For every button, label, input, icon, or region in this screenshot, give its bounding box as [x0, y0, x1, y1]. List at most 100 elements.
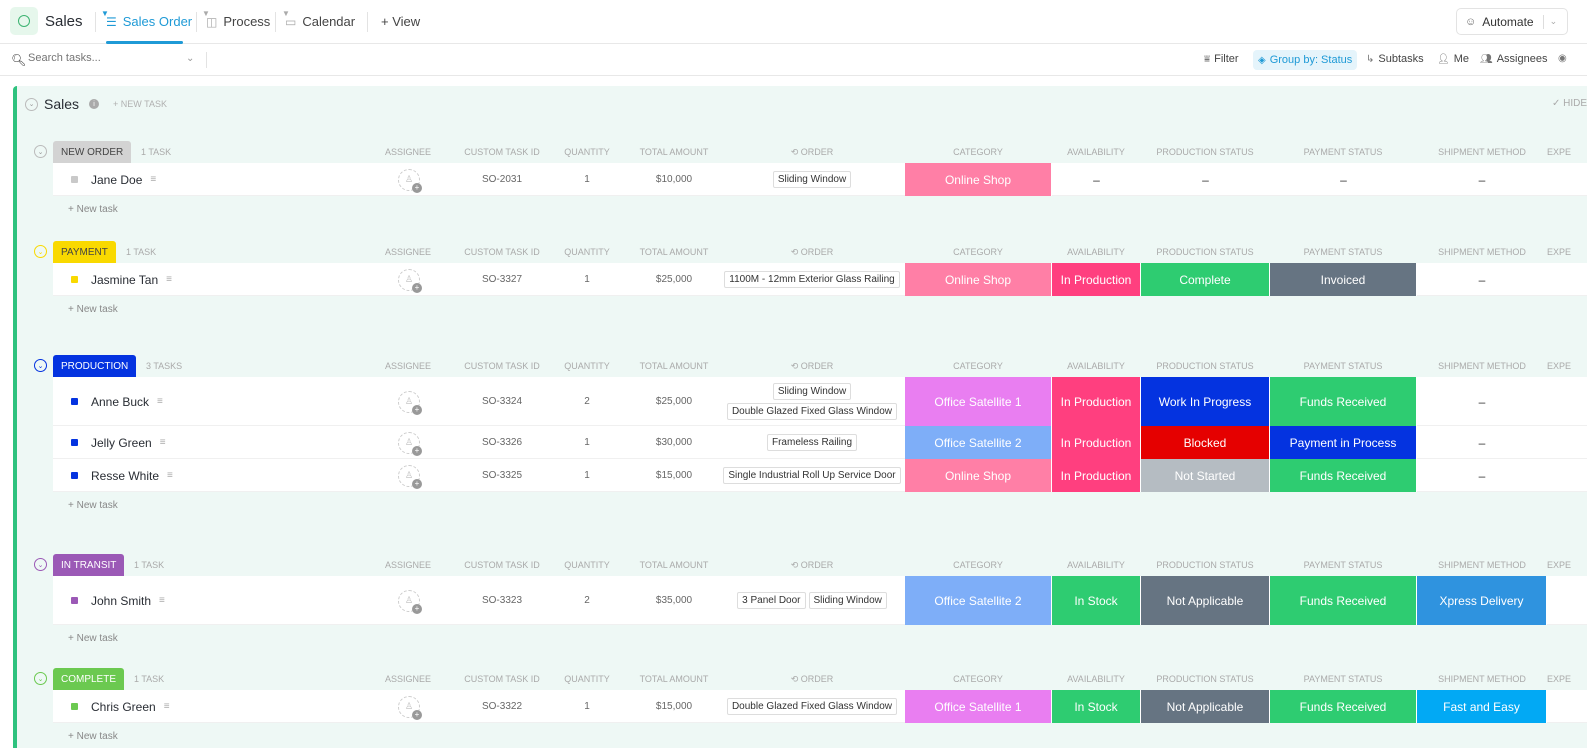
production-status-label[interactable]: Work In Progress: [1141, 377, 1270, 426]
new-task-row-button[interactable]: + New task: [68, 633, 118, 644]
chevron-down-icon[interactable]: ⌄: [1550, 16, 1558, 27]
column-header-expe[interactable]: EXPE: [1547, 361, 1587, 371]
chevron-down-icon[interactable]: ⌄: [186, 53, 194, 64]
production-status-label[interactable]: Not Applicable: [1141, 690, 1270, 723]
column-header-category[interactable]: CATEGORY: [905, 361, 1051, 371]
production-status-label[interactable]: Blocked: [1141, 426, 1270, 459]
column-header-order[interactable]: ⟲ ORDER: [719, 247, 905, 258]
status-square-icon[interactable]: [71, 597, 78, 604]
column-header-total-amount[interactable]: TOTAL AMOUNT: [629, 147, 719, 157]
custom-task-id[interactable]: SO-3327: [457, 274, 547, 285]
column-header-production-status[interactable]: PRODUCTION STATUS: [1141, 560, 1269, 570]
column-header-category[interactable]: CATEGORY: [905, 247, 1051, 257]
task-name[interactable]: John Smith ≡: [91, 593, 165, 609]
hide-closed-button[interactable]: ✓ HIDE: [1552, 98, 1587, 109]
tab-calendar[interactable]: ▭ Calendar: [285, 14, 355, 29]
total-amount[interactable]: $30,000: [629, 437, 719, 448]
column-header-total-amount[interactable]: TOTAL AMOUNT: [629, 560, 719, 570]
task-name-text[interactable]: John Smith: [91, 594, 151, 608]
new-task-row-button[interactable]: + New task: [68, 304, 118, 315]
collapse-group-icon[interactable]: ⌄: [34, 245, 47, 258]
task-row[interactable]: Jelly Green ≡ ♙ + SO-3326 1 $30,000 Frameless R…: [53, 426, 1587, 459]
order-cell[interactable]: Frameless Railing: [719, 426, 905, 459]
column-header-payment-status[interactable]: PAYMENT STATUS: [1270, 147, 1416, 157]
order-chip[interactable]: Double Glazed Fixed Glass Window: [726, 403, 898, 420]
total-amount[interactable]: $35,000: [629, 595, 719, 606]
order-cell[interactable]: Sliding Window: [719, 163, 905, 196]
quantity[interactable]: 1: [552, 274, 622, 285]
column-header-custom-task-id[interactable]: CUSTOM TASK ID: [457, 361, 547, 371]
automate-button[interactable]: ☺ Automate ⌄: [1456, 8, 1568, 35]
column-header-category[interactable]: CATEGORY: [905, 560, 1051, 570]
task-row[interactable]: Chris Green ≡ ♙ + SO-3322 1 $15,000 Double Glaz…: [53, 690, 1587, 723]
custom-task-id[interactable]: SO-3322: [457, 701, 547, 712]
column-header-order[interactable]: ⟲ ORDER: [719, 560, 905, 571]
assignee-avatar-add[interactable]: ♙ +: [398, 168, 422, 193]
total-amount[interactable]: $15,000: [629, 701, 719, 712]
order-chip[interactable]: 1100M - 12mm Exterior Glass Railing: [724, 271, 900, 288]
shipment-method-label[interactable]: –: [1417, 469, 1547, 483]
new-task-button[interactable]: + NEW TASK: [113, 99, 167, 109]
task-row[interactable]: Resse White ≡ ♙ + SO-3325 1 $15,000 Single Indu…: [53, 459, 1587, 492]
column-header-availability[interactable]: AVAILABILITY: [1052, 147, 1140, 157]
quantity[interactable]: 1: [552, 174, 622, 185]
status-badge[interactable]: NEW ORDER: [53, 141, 132, 163]
order-cell[interactable]: Sliding Window Double Glazed Fixed Glass …: [719, 377, 905, 426]
column-header-shipment-method[interactable]: SHIPMENT METHOD: [1417, 674, 1547, 684]
column-header-quantity[interactable]: QUANTITY: [552, 361, 622, 371]
category-label[interactable]: Office Satellite 2: [905, 576, 1052, 625]
column-header-assignee[interactable]: ASSIGNEE: [373, 674, 443, 684]
column-header-payment-status[interactable]: PAYMENT STATUS: [1270, 247, 1416, 257]
status-badge[interactable]: IN TRANSIT: [53, 554, 125, 576]
assignee-avatar-add[interactable]: ♙ +: [398, 268, 422, 293]
column-header-availability[interactable]: AVAILABILITY: [1052, 361, 1140, 371]
info-icon[interactable]: i: [89, 99, 100, 109]
column-header-expe[interactable]: EXPE: [1547, 560, 1587, 570]
column-header-shipment-method[interactable]: SHIPMENT METHOD: [1417, 247, 1547, 257]
column-header-availability[interactable]: AVAILABILITY: [1052, 674, 1140, 684]
column-header-assignee[interactable]: ASSIGNEE: [373, 560, 443, 570]
payment-status-label[interactable]: –: [1270, 173, 1417, 187]
order-chip[interactable]: Double Glazed Fixed Glass Window: [726, 698, 898, 715]
order-cell[interactable]: Single Industrial Roll Up Service Door: [719, 459, 905, 492]
shipment-method-label[interactable]: –: [1417, 273, 1547, 287]
category-label[interactable]: Online Shop: [905, 263, 1052, 296]
total-amount[interactable]: $15,000: [629, 470, 719, 481]
column-header-quantity[interactable]: QUANTITY: [552, 147, 622, 157]
production-status-label[interactable]: Not Started: [1141, 459, 1270, 492]
payment-status-label[interactable]: Funds Received: [1270, 576, 1417, 625]
status-square-icon[interactable]: [71, 703, 78, 710]
collapse-group-icon[interactable]: ⌄: [34, 672, 47, 685]
status-square-icon[interactable]: [71, 176, 78, 183]
production-status-label[interactable]: –: [1141, 173, 1270, 187]
custom-task-id[interactable]: SO-3326: [457, 437, 547, 448]
assignee-avatar-add[interactable]: ♙ +: [398, 695, 422, 720]
column-header-payment-status[interactable]: PAYMENT STATUS: [1270, 560, 1416, 570]
add-view-button[interactable]: + View: [381, 14, 420, 29]
task-name[interactable]: Jelly Green ≡: [91, 435, 166, 451]
column-header-total-amount[interactable]: TOTAL AMOUNT: [629, 247, 719, 257]
column-header-expe[interactable]: EXPE: [1547, 674, 1587, 684]
shipment-method-label[interactable]: Xpress Delivery: [1417, 576, 1547, 625]
availability-label[interactable]: In Production: [1052, 263, 1141, 296]
column-header-order[interactable]: ⟲ ORDER: [719, 147, 905, 158]
availability-label[interactable]: In Stock: [1052, 690, 1141, 723]
total-amount[interactable]: $25,000: [629, 396, 719, 407]
new-task-row-button[interactable]: + New task: [68, 500, 118, 511]
column-header-production-status[interactable]: PRODUCTION STATUS: [1141, 147, 1269, 157]
payment-status-label[interactable]: Funds Received: [1270, 459, 1417, 492]
category-label[interactable]: Online Shop: [905, 459, 1052, 492]
custom-task-id[interactable]: SO-3324: [457, 396, 547, 407]
order-cell[interactable]: 3 Panel Door Sliding Window: [719, 576, 905, 625]
column-header-assignee[interactable]: ASSIGNEE: [373, 147, 443, 157]
order-chip[interactable]: Sliding Window: [772, 171, 852, 188]
quantity[interactable]: 1: [552, 437, 622, 448]
category-label[interactable]: Office Satellite 1: [905, 690, 1052, 723]
quantity[interactable]: 1: [552, 470, 622, 481]
column-header-availability[interactable]: AVAILABILITY: [1052, 560, 1140, 570]
column-header-availability[interactable]: AVAILABILITY: [1052, 247, 1140, 257]
task-row[interactable]: Anne Buck ≡ ♙ + SO-3324 2 $25,000 Sliding Windo…: [53, 377, 1587, 426]
order-chip[interactable]: Sliding Window: [808, 592, 887, 609]
order-chip[interactable]: Frameless Railing: [766, 434, 858, 451]
column-header-custom-task-id[interactable]: CUSTOM TASK ID: [457, 247, 547, 257]
